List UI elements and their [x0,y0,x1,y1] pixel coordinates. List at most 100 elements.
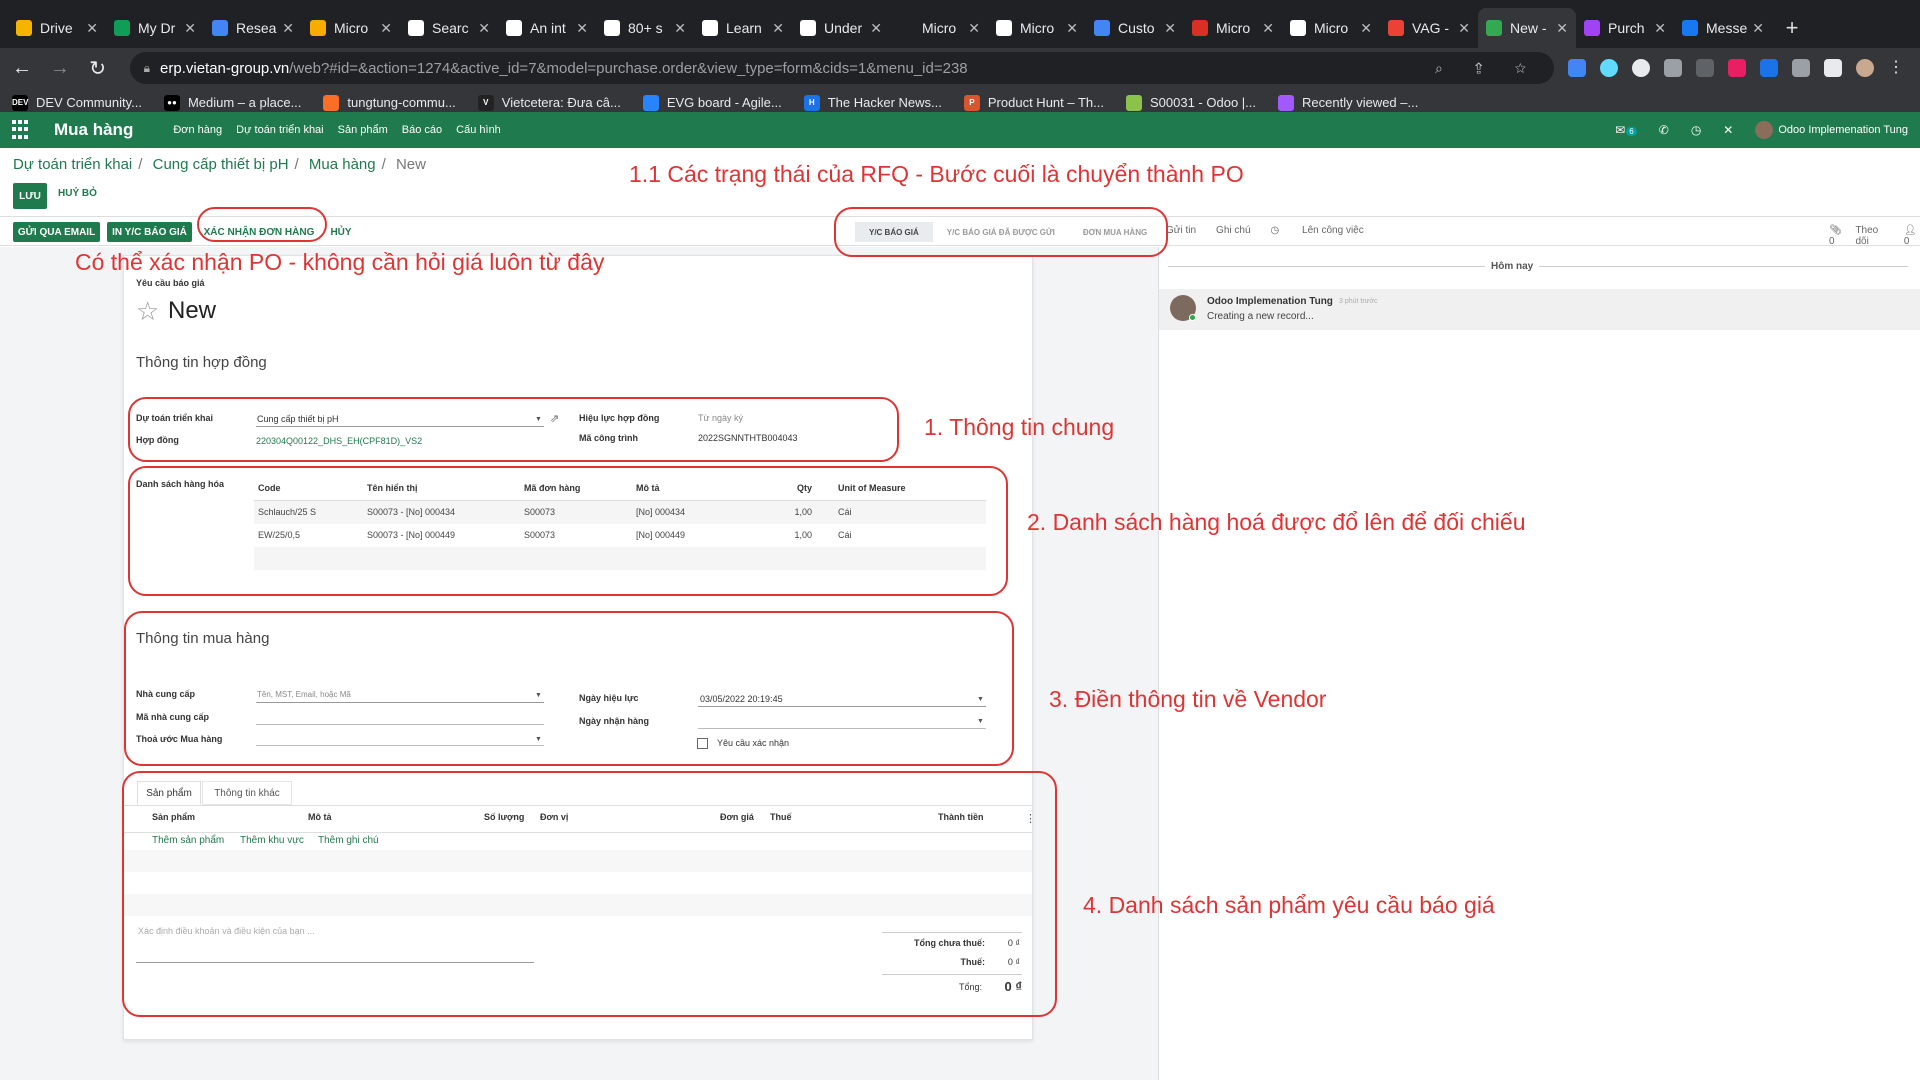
browser-tab[interactable]: New - ✕ [1478,8,1576,48]
message-time: 3 phút trước [1339,298,1378,305]
menu-orders[interactable]: Đơn hàng [173,124,222,136]
activity-icon[interactable]: ◷ [1691,123,1701,137]
bookmark-item[interactable]: P Product Hunt – Th... [963,94,1104,111]
extension-icon[interactable] [1728,59,1747,77]
app-name[interactable]: Mua hàng [54,120,133,140]
close-tab-icon[interactable]: ✕ [968,20,980,37]
reload-icon[interactable]: ↻ [82,56,114,81]
avatar[interactable] [1755,121,1774,139]
bookmark-item[interactable]: tungtung-commu... [323,94,456,111]
save-button[interactable]: LƯU [13,183,47,209]
breadcrumb-item[interactable]: Cung cấp thiết bị pH [153,156,289,173]
close-tab-icon[interactable]: ✕ [674,20,686,37]
tab-favicon-icon [212,20,228,36]
address-bar[interactable]: 🔒︎ erp.vietan-group.vn /web?#id=&action=… [129,52,1555,84]
messages-icon[interactable]: ✉ 6 [1615,123,1637,137]
new-tab-button[interactable]: + [1772,8,1812,48]
user-name[interactable]: Odoo Implemenation Tung [1778,124,1908,136]
forward-icon[interactable]: → [44,57,76,80]
extension-icon[interactable] [1632,59,1651,77]
phone-icon[interactable]: ✆ [1659,123,1669,137]
react-extension-icon[interactable] [1600,59,1619,77]
browser-tab[interactable]: An int ✕ [498,8,596,48]
bookmark-label: tungtung-commu... [347,95,456,110]
bookmark-item[interactable]: V Vietcetera: Đưa câ... [477,94,621,111]
cancel-button[interactable]: HỦY [326,222,356,242]
profile-avatar[interactable] [1856,59,1875,77]
close-tab-icon[interactable]: ✕ [1262,20,1274,37]
bookmark-item[interactable]: DEV DEV Community... [12,94,142,111]
extension-icon[interactable] [1664,59,1683,77]
kebab-menu-icon[interactable]: ⋮ [1888,59,1906,77]
breadcrumb-item[interactable]: Mua hàng [309,156,376,173]
menu-reporting[interactable]: Báo cáo [402,124,442,136]
close-tab-icon[interactable]: ✕ [1556,20,1568,37]
close-tab-icon[interactable]: ✕ [1066,20,1078,37]
close-tab-icon[interactable]: ✕ [478,20,490,37]
message-author[interactable]: Odoo Implemenation Tung [1207,296,1333,307]
follow-button[interactable]: Theo dõi [1855,225,1879,247]
close-tab-icon[interactable]: ✕ [1752,20,1764,37]
browser-tab[interactable]: Under ✕ [792,8,890,48]
follow-area: 📎︎0 Theo dõi 👤︎ 0 [1805,225,1920,247]
annotation-confirm: Có thể xác nhận PO - không cần hỏi giá l… [75,249,605,275]
bookmark-item[interactable]: EVG board - Agile... [642,94,782,111]
menu-configuration[interactable]: Cấu hình [456,124,501,136]
tab-title: Micro [1020,20,1055,36]
close-tab-icon[interactable]: ✕ [1654,20,1666,37]
browser-tab[interactable]: My Dr ✕ [106,8,204,48]
browser-tab[interactable]: VAG - ✕ [1380,8,1478,48]
browser-tab[interactable]: Purch ✕ [1576,8,1674,48]
followers-button[interactable]: 👤︎ 0 [1892,225,1920,247]
puzzle-icon[interactable] [1792,59,1811,77]
close-tab-icon[interactable]: ✕ [380,20,392,37]
annotation-box-vendor [124,611,1014,766]
browser-tab[interactable]: Resea ✕ [204,8,302,48]
browser-tab[interactable]: 80+ s ✕ [596,8,694,48]
bookmark-item[interactable]: S00031 - Odoo |... [1126,94,1256,111]
bookmark-item[interactable]: Recently viewed –... [1278,94,1418,111]
discard-button[interactable]: HUỶ BỎ [58,188,97,199]
close-icon[interactable]: ✕ [1723,123,1733,137]
browser-tab[interactable]: Searc ✕ [400,8,498,48]
browser-tab[interactable]: Custo ✕ [1086,8,1184,48]
bookmark-item[interactable]: ●● Medium – a place... [163,94,301,111]
browser-tab[interactable]: Drive ✕ [8,8,106,48]
translate-extension-icon[interactable] [1568,59,1587,77]
omnibox-action-icons[interactable]: ⌕ ⇪ ☆ [1435,60,1540,77]
browser-tab[interactable]: Messe ✕ [1674,8,1772,48]
browser-tab[interactable]: Micro ✕ [302,8,400,48]
menu-projects[interactable]: Dự toán triển khai [236,124,323,136]
close-tab-icon[interactable]: ✕ [1458,20,1470,37]
close-tab-icon[interactable]: ✕ [1164,20,1176,37]
browser-tab[interactable]: Micro ✕ [988,8,1086,48]
close-tab-icon[interactable]: ✕ [184,20,196,37]
menu-products[interactable]: Sản phẩm [338,124,388,136]
close-tab-icon[interactable]: ✕ [282,20,294,37]
close-tab-icon[interactable]: ✕ [86,20,98,37]
breadcrumb-item[interactable]: Dự toán triển khai [13,156,132,173]
close-tab-icon[interactable]: ✕ [576,20,588,37]
new-extension-icon[interactable] [1760,59,1779,77]
browser-tab[interactable]: Learn ✕ [694,8,792,48]
schedule-activity-button[interactable]: ◷ Lên công việc [1271,225,1384,236]
side-panel-icon[interactable] [1824,59,1843,77]
star-icon[interactable]: ☆ [136,296,159,327]
browser-tab[interactable]: Micro ✕ [1184,8,1282,48]
browser-tab[interactable]: Micro ✕ [1282,8,1380,48]
close-tab-icon[interactable]: ✕ [772,20,784,37]
bookmark-label: The Hacker News... [827,95,942,110]
tab-favicon-icon [16,20,32,36]
apps-menu-icon[interactable] [12,120,32,140]
print-rfq-button[interactable]: IN Y/C BÁO GIÁ [107,222,192,242]
send-email-button[interactable]: GỬI QUA EMAIL [13,222,100,242]
facebook-extension-icon[interactable] [1696,59,1715,77]
browser-tab[interactable]: Micro ✕ [890,8,988,48]
back-icon[interactable]: ← [6,57,38,80]
close-tab-icon[interactable]: ✕ [1360,20,1372,37]
log-note-button[interactable]: Ghi chú [1216,225,1250,236]
send-message-button[interactable]: Gửi tin [1166,225,1196,236]
attachments-button[interactable]: 📎︎0 [1817,225,1843,247]
close-tab-icon[interactable]: ✕ [870,20,882,37]
bookmark-item[interactable]: H The Hacker News... [803,94,942,111]
